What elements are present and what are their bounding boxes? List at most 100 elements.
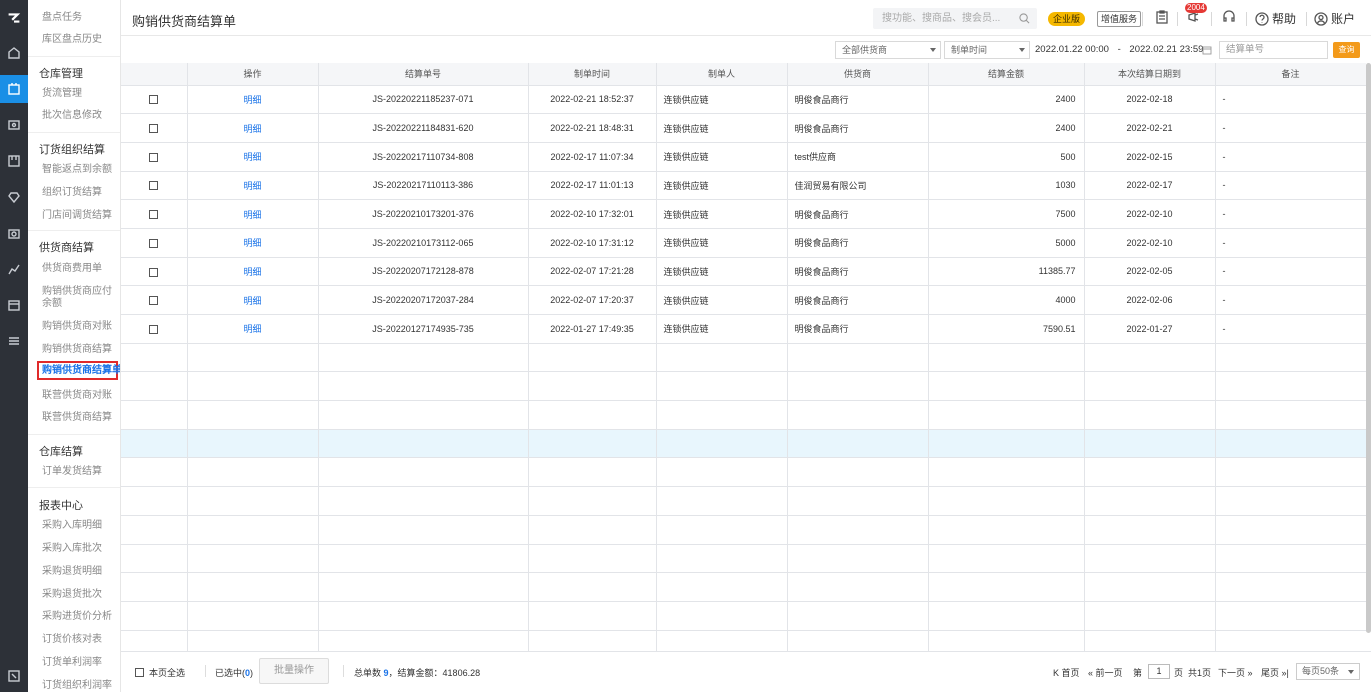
batch-operation-button[interactable]: 批量操作 [259,658,329,684]
sidebar-item[interactable]: 智能返点到余额 [42,164,112,176]
row-checkbox-cell[interactable] [121,85,188,115]
first-page-link[interactable]: K 首页 [1053,666,1080,679]
sidebar-item[interactable]: 采购进货价分析 [42,611,112,623]
sidebar-item[interactable]: 订货价核对表 [42,634,102,646]
sidebar-item[interactable]: 批次信息修改 [42,110,102,122]
sidebar-item[interactable]: 联营供货商结算 [42,412,112,424]
last-page-link[interactable]: 尾页 »| [1261,666,1289,679]
sidebar-item[interactable]: 采购入库明细 [42,520,102,532]
sidebar-item[interactable]: 采购退货明细 [42,566,102,578]
row-checkbox-cell[interactable] [121,228,188,258]
row-checkbox-cell[interactable] [121,171,188,201]
supplier-select[interactable]: 全部供货商 [835,41,941,59]
detail-link[interactable]: 明细 [187,171,319,201]
sidebar-item[interactable]: 购销供货商结算 [42,344,112,356]
row-checkbox-cell[interactable] [121,314,188,344]
enterprise-badge[interactable]: 企业版 [1048,12,1086,26]
table-row[interactable]: 明细 JS-20220207172128-878 2022-02-07 17:21:… [121,257,1366,287]
calendar-icon[interactable] [1202,45,1212,55]
sidebar-item[interactable]: 组织订货结算 [42,187,102,199]
row-checkbox[interactable] [149,95,159,105]
row-checkbox-cell[interactable] [121,285,188,315]
empty-cell [1084,371,1216,402]
settlement-no-input[interactable]: 结算单号 [1219,41,1328,59]
table-row[interactable]: 明细 JS-20220217110113-386 2022-02-17 11:01:… [121,171,1366,201]
detail-link[interactable]: 明细 [187,199,319,229]
page-number-input[interactable]: 1 [1148,664,1170,679]
sidebar-item[interactable]: 门店间调货结算 [42,210,112,222]
supplier-cell: 明俊食品商行 [787,314,929,344]
detail-link[interactable]: 明细 [187,257,319,287]
row-checkbox[interactable] [149,124,159,134]
value-added-button[interactable]: 增值服务 [1097,11,1142,27]
sidebar-item[interactable]: 订单发货结算 [42,466,102,478]
shop-icon[interactable] [0,147,28,175]
table-row[interactable]: 明细 JS-20220221184831-620 2022-02-21 18:48:… [121,113,1366,143]
detail-link[interactable]: 明细 [187,113,319,143]
sidebar-item[interactable]: 供货商费用单 [42,263,102,275]
sidebar-item[interactable]: 购销供货商应付余额 [42,286,114,310]
top-bar: 购销供货商结算单 搜功能、搜商品、搜会员... 企业版 增值服务 2004 帮助… [121,0,1371,36]
sidebar-item[interactable]: 货流管理 [42,88,82,100]
search-icon[interactable] [1019,13,1030,24]
vertical-scrollbar[interactable] [1366,63,1371,633]
date-range-picker[interactable]: 2022.01.22 00:00 - 2022.02.21 23:59 [1035,44,1203,55]
member-icon[interactable] [0,183,28,211]
detail-link[interactable]: 明细 [187,85,319,115]
sidebar-item[interactable]: 采购入库批次 [42,543,102,555]
table-row[interactable]: 明细 JS-20220210173112-065 2022-02-10 17:31:… [121,228,1366,258]
sidebar-item[interactable]: 采购退货批次 [42,589,102,601]
select-all-checkbox[interactable] [135,668,144,677]
cashier-icon[interactable] [0,111,28,139]
purchase-icon[interactable] [0,75,28,103]
sidebar-item[interactable]: 盘点任务 [42,12,82,24]
row-checkbox-cell[interactable] [121,199,188,229]
row-checkbox-cell[interactable] [121,257,188,287]
row-checkbox[interactable] [149,181,159,191]
row-checkbox[interactable] [149,324,159,334]
time-type-select[interactable]: 制单时间 [944,41,1030,59]
calendar-icon[interactable] [0,291,28,319]
page-size-select[interactable]: 每页50条 [1296,663,1360,680]
account-button[interactable]: 账户 [1314,10,1355,27]
select-all-control[interactable]: 本页全选 [135,666,185,679]
sidebar-item[interactable]: 库区盘点历史 [42,34,102,46]
sidebar-item[interactable]: 联营供货商对账 [42,390,112,402]
table-row[interactable]: 明细 JS-20220207172037-284 2022-02-07 17:20:… [121,285,1366,315]
prev-page-link[interactable]: « 前一页 [1088,666,1123,679]
row-checkbox-cell[interactable] [121,113,188,143]
detail-link[interactable]: 明细 [187,228,319,258]
clipboard-icon[interactable] [1154,9,1172,27]
settings-sliders-icon[interactable] [0,327,28,355]
sidebar-item[interactable]: 购销供货商对账 [42,321,112,333]
sidebar-item-current[interactable]: 购销供货商结算单 [37,361,120,380]
next-page-link[interactable]: 下一页 » [1218,666,1253,679]
empty-cell [187,544,319,574]
chart-icon[interactable] [0,255,28,283]
table-row[interactable]: 明细 JS-20220221185237-071 2022-02-21 18:52:… [121,85,1366,115]
headset-icon[interactable] [1221,9,1239,27]
row-checkbox[interactable] [149,296,159,306]
chevron-down-icon [1348,670,1354,674]
row-checkbox[interactable] [149,238,159,248]
row-checkbox-cell[interactable] [121,142,188,172]
detail-link[interactable]: 明细 [187,142,319,172]
detail-link[interactable]: 明细 [187,314,319,344]
global-search-input[interactable]: 搜功能、搜商品、搜会员... [873,8,1037,29]
row-checkbox[interactable] [149,267,159,277]
row-checkbox[interactable] [149,210,159,220]
query-button[interactable]: 查询 [1333,42,1360,58]
home-icon[interactable] [0,39,28,67]
sidebar-item[interactable]: 订货组织利润率 [42,680,112,692]
table-row[interactable]: 明细 JS-20220217110734-808 2022-02-17 11:07:… [121,142,1366,172]
row-checkbox[interactable] [149,152,159,162]
detail-link[interactable]: 明细 [187,285,319,315]
help-button[interactable]: 帮助 [1255,10,1296,27]
collapse-icon[interactable] [0,662,28,690]
column-header: 备注 [1215,63,1366,86]
app-logo-icon[interactable] [0,4,28,32]
sidebar-item[interactable]: 订货单利润率 [42,657,102,669]
report-icon[interactable] [0,219,28,247]
table-row[interactable]: 明细 JS-20220127174935-735 2022-01-27 17:49:… [121,314,1366,344]
table-row[interactable]: 明细 JS-20220210173201-376 2022-02-10 17:32:… [121,199,1366,229]
